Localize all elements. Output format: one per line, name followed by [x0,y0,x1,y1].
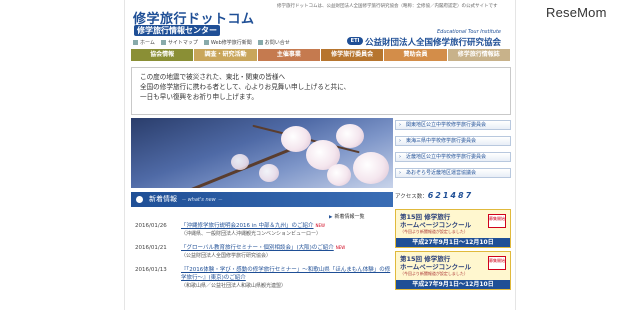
notice-line: 一日も早い復興をお祈り申し上げます。 [140,93,259,101]
news-title-link[interactable]: 「沖縄修学旅行説明会2016 in 中部＆九州」のご紹介 [181,223,314,229]
nav-item-research[interactable]: 調査・研究活動 [194,49,257,61]
news-heading-en: － what's new － [181,197,223,203]
access-label: アクセス数： [395,194,428,200]
util-link-home[interactable]: ホーム [133,39,155,46]
blossom-shape [327,164,351,186]
contest-banner[interactable]: 第15回 修学旅行 ホームページコンクール （今回より新聞報道が設定しました） 募… [395,209,511,248]
committee-links: 関東地区公立中学校修学旅行委員会 東海三県中学校修学旅行委員会 近畿地区公立中学… [395,120,511,184]
news-source: （和歌山県／公益社団法人和歌山県観光連盟） [181,283,287,289]
news-source: （公益財団法人全国修学旅行研究協会） [181,253,272,259]
util-link-newspaper[interactable]: Web修学旅行新聞 [203,39,252,46]
banner-dates: 平成27年9月1日～12月10日 [396,280,510,289]
access-counter: アクセス数：621487 [395,191,473,200]
resemom-watermark: ReseMom [546,5,607,20]
blossom-shape [336,124,364,148]
page-container: 修学旅行ドットコムは、公益財団法人全国修学旅行研究協会（略称：全修協／内閣府認定… [124,0,516,310]
news-header: 新着情報 － what's new － [131,192,393,207]
cherry-blossom-photo [131,118,393,188]
home-icon [133,40,138,45]
util-link-sitemap[interactable]: サイトマップ [160,39,198,46]
new-badge: NEW [315,223,325,228]
banner-subtext: （今回より新聞報道が設定しました） [400,229,468,234]
side-link-aozora[interactable]: あおぞら号近畿地区運営協議会 [395,168,511,178]
news-date: 2016/01/26 [135,223,167,229]
main-nav: 協会情報 調査・研究活動 主催事業 修学旅行委員会 賛助会員 修学旅行情報誌 [131,49,511,61]
nav-item-magazine[interactable]: 修学旅行情報誌 [447,49,510,61]
site-tagline: 修学旅行ドットコムは、公益財団法人全国修学旅行研究協会（略称：全修協／内閣府認定… [277,4,498,9]
util-link-contact[interactable]: お問い合せ [257,39,290,46]
news-item: 2016/01/26 「沖縄修学旅行説明会2016 in 中部＆九州」のご紹介 N… [131,222,393,238]
news-item: 2016/01/21 「グローバル教育旅行セミナー・個別相談会」(大阪)のご紹介… [131,244,393,260]
blossom-shape [353,152,389,184]
nav-item-events[interactable]: 主催事業 [257,49,320,61]
blossom-shape [259,164,279,182]
utility-links: ホーム サイトマップ Web修学旅行新聞 お問い合せ [133,39,290,46]
blossom-shape [231,154,249,170]
nav-item-association[interactable]: 協会情報 [131,49,194,61]
org-logo-badge: ETI [347,37,363,45]
banner-badge: 募集開始 [488,256,506,270]
access-count: 621487 [427,191,474,200]
sitemap-icon [160,40,166,45]
news-more-link[interactable]: 新着情報一覧 [329,213,364,220]
disaster-notice: この度の地震で被災された、東北・関東の皆様へ 全国の修学旅行に携わる者として、心… [131,67,511,115]
news-list: 2016/01/26 「沖縄修学旅行説明会2016 in 中部＆九州」のご紹介 N… [131,222,393,296]
side-link-kinki[interactable]: 近畿地区公立中学校修学旅行委員会 [395,152,511,162]
new-badge: NEW [335,245,346,250]
side-link-tokai[interactable]: 東海三県中学校修学旅行委員会 [395,136,511,146]
bullet-icon [136,196,143,203]
news-date: 2016/01/21 [135,245,167,251]
news-item: 2016/01/13 『「2016体験・学び・感動の修学旅行セミナー」～和歌山県… [131,266,393,290]
notice-line: 全国の修学旅行に携わる者として、心よりお見舞い申し上げると共に、 [140,83,351,91]
contest-banner[interactable]: 第15回 修学旅行 ホームページコンクール （今回より新聞報道が設定しました） 募… [395,251,511,290]
org-name[interactable]: 公益財団法人全国修学旅行研究協会 [365,36,501,48]
banner-badge: 募集開始 [488,214,506,228]
news-source: （沖縄県、一般財団法人沖縄観光コンベンションビューロー） [181,231,322,237]
notice-line: この度の地震で被災された、東北・関東の皆様へ [140,73,286,81]
mail-icon [257,40,263,45]
banner-subtext: （今回より新聞報道が設定しました） [400,271,468,276]
side-link-kanto[interactable]: 関東地区公立中学校修学旅行委員会 [395,120,511,130]
nav-item-members[interactable]: 賛助会員 [384,49,447,61]
news-heading: 新着情報 [149,195,177,203]
org-english-name: Educational Tour Institute [436,29,501,35]
nav-item-committee[interactable]: 修学旅行委員会 [320,49,384,61]
news-title-link[interactable]: 『「2016体験・学び・感動の修学旅行セミナー」～和歌山県「ほんまもん体験」の修… [181,267,390,281]
news-title-link[interactable]: 「グローバル教育旅行セミナー・個別相談会」(大阪)のご紹介 [181,245,334,251]
newspaper-icon [203,40,209,45]
news-date: 2016/01/13 [135,267,167,273]
banner-title: 第15回 修学旅行 ホームページコンクール [400,213,472,229]
banner-title: 第15回 修学旅行 ホームページコンクール [400,255,472,271]
site-subtitle: 修学旅行情報センター [134,25,220,36]
banner-dates: 平成27年9月1日～12月10日 [396,238,510,247]
